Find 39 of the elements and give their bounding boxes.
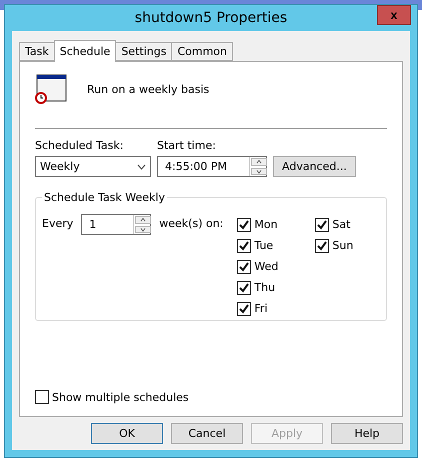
every-label: Every [42, 217, 74, 230]
show-multiple-checkbox[interactable]: Show multiple schedules [35, 390, 189, 404]
window-title: shutdown5 Properties [134, 10, 288, 26]
day-checkbox[interactable]: Wed [237, 256, 316, 277]
checkbox[interactable] [237, 280, 252, 294]
dialog-button[interactable]: Help [331, 423, 403, 444]
dialog-button[interactable]: Cancel [171, 423, 243, 444]
day-checkbox[interactable]: Fri [237, 298, 316, 319]
checkbox[interactable] [237, 302, 252, 316]
chevron-icon [137, 164, 146, 170]
tab[interactable]: Task [19, 42, 55, 61]
group-title: Schedule Task Weekly [43, 191, 166, 204]
field-label: Start time: [157, 139, 217, 152]
weeks-label: week(s) on: [159, 217, 224, 230]
checkbox[interactable] [237, 218, 252, 232]
checkbox[interactable] [315, 218, 330, 232]
close-button[interactable]: x [377, 5, 411, 25]
weeks-field[interactable]: 1 [81, 214, 152, 235]
day-checkbox[interactable]: Thu [237, 277, 316, 298]
time-field[interactable]: 4:55:00 PM [157, 156, 267, 177]
day-checkbox[interactable]: Sat [315, 214, 376, 235]
tab[interactable]: Common [171, 42, 233, 61]
checkbox[interactable] [35, 390, 49, 404]
checkbox[interactable] [237, 260, 252, 274]
day-checkbox[interactable]: Tue [237, 235, 316, 256]
spin-buttons[interactable] [133, 215, 150, 234]
window-clock-icon [35, 74, 67, 104]
day-checkbox[interactable]: Mon [237, 214, 316, 235]
checkbox[interactable] [315, 238, 330, 252]
dialog-button[interactable]: OK [91, 423, 163, 444]
advanced-button[interactable]: Advanced... [273, 156, 356, 177]
schedule-dropdown[interactable]: Weekly [35, 156, 151, 177]
day-checkbox[interactable]: Sun [315, 235, 376, 256]
schedule-summary: Run on a weekly basis [87, 82, 210, 96]
tab[interactable]: Settings [115, 42, 172, 61]
spin-buttons[interactable] [249, 157, 266, 176]
tab[interactable]: Schedule [54, 40, 116, 62]
field-label: Scheduled Task: [35, 139, 124, 152]
checkbox[interactable] [237, 238, 252, 252]
